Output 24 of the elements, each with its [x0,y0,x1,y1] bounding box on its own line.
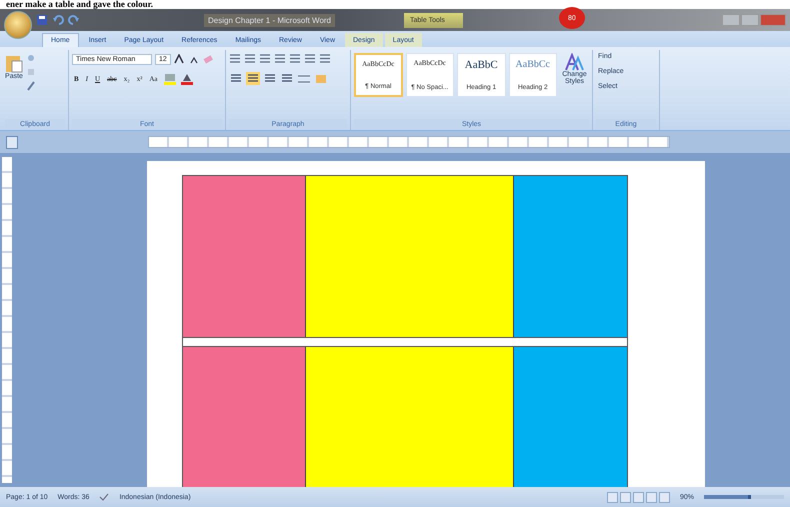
list-icon[interactable] [259,53,271,64]
list-icon[interactable] [229,53,241,64]
list-icon[interactable] [319,53,331,64]
list-icon[interactable] [244,53,256,64]
undo-icon[interactable] [52,14,64,26]
list-icon[interactable] [289,53,301,64]
grow-font-icon[interactable] [174,54,186,64]
align-icon[interactable] [246,72,260,85]
list-icon[interactable] [274,53,286,64]
list-icon[interactable] [304,53,316,64]
redo-icon[interactable] [68,14,80,26]
spacing-icon[interactable] [297,72,311,84]
caption-text: ener make a table and gave the colour. [5,0,153,9]
font-color-icon[interactable] [180,73,194,85]
proofing-icon [99,492,110,502]
ruler-toggle[interactable] [6,136,18,148]
office-button[interactable] [4,11,32,39]
save-icon[interactable] [36,14,48,26]
shrink-font-icon[interactable] [188,54,199,64]
window-title: Design Chapter 1 - Microsoft Word [204,14,336,26]
letters-icon [564,53,584,71]
zoom-slider-thumb[interactable] [704,495,751,499]
clipboard-icon [5,53,23,73]
zoom-slider[interactable] [704,495,784,499]
